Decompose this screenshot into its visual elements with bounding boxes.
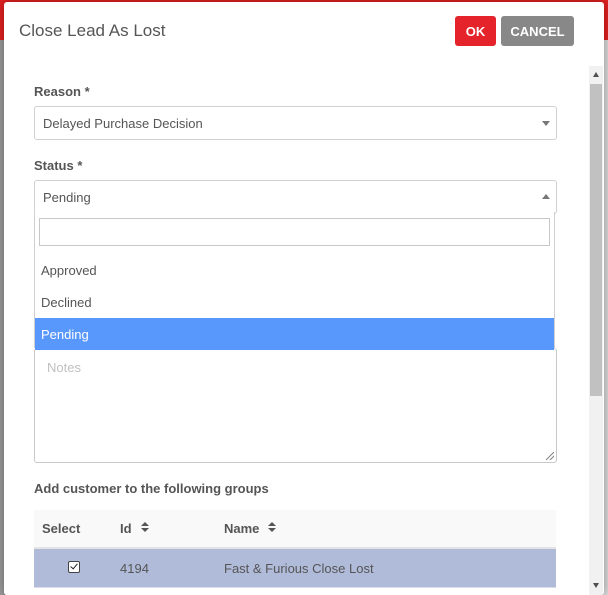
status-dropdown: Approved Declined Pending — [34, 212, 555, 350]
dialog-header: Close Lead As Lost OK CANCEL — [4, 2, 604, 60]
notes-textarea[interactable]: Notes — [34, 348, 557, 463]
dialog-title: Close Lead As Lost — [19, 21, 166, 40]
dialog-scrollbar[interactable] — [589, 66, 603, 595]
status-option-approved[interactable]: Approved — [35, 254, 554, 286]
column-name[interactable]: Name — [224, 521, 277, 536]
close-lead-dialog: Close Lead As Lost OK CANCEL Reason * De… — [4, 2, 604, 595]
groups-table: Select Id Name 4194 Fast & Furious Close… — [34, 510, 556, 588]
ok-button[interactable]: OK — [455, 16, 496, 46]
status-option-declined[interactable]: Declined — [35, 286, 554, 318]
chevron-down-icon — [542, 121, 550, 126]
scrollbar-thumb[interactable] — [590, 84, 602, 396]
reason-select-value: Delayed Purchase Decision — [43, 116, 203, 131]
notes-placeholder: Notes — [47, 360, 81, 375]
sort-icon[interactable] — [267, 522, 277, 534]
reason-select[interactable]: Delayed Purchase Decision — [34, 106, 557, 140]
status-label: Status * — [34, 158, 83, 173]
scroll-up-arrow-icon[interactable] — [593, 72, 599, 77]
row-select-checkbox[interactable] — [68, 561, 80, 573]
cancel-button[interactable]: CANCEL — [501, 16, 574, 46]
groups-heading: Add customer to the following groups — [34, 481, 269, 496]
table-header: Select Id Name — [34, 510, 556, 549]
column-name-label: Name — [224, 521, 260, 536]
status-option-pending[interactable]: Pending — [35, 318, 554, 350]
scroll-down-arrow-icon[interactable] — [593, 583, 599, 588]
status-select-value: Pending — [43, 190, 91, 205]
column-select: Select — [42, 521, 81, 536]
chevron-up-icon — [542, 194, 550, 199]
column-id-label: Id — [120, 521, 132, 536]
row-id: 4194 — [120, 561, 149, 576]
table-row[interactable]: 4194 Fast & Furious Close Lost — [34, 549, 556, 588]
status-search-input[interactable] — [39, 218, 550, 246]
reason-label: Reason * — [34, 84, 90, 99]
resize-handle-icon[interactable] — [546, 452, 554, 460]
sort-icon[interactable] — [140, 522, 150, 534]
column-id[interactable]: Id — [120, 521, 150, 536]
row-name: Fast & Furious Close Lost — [224, 561, 374, 576]
status-select[interactable]: Pending — [34, 180, 557, 214]
